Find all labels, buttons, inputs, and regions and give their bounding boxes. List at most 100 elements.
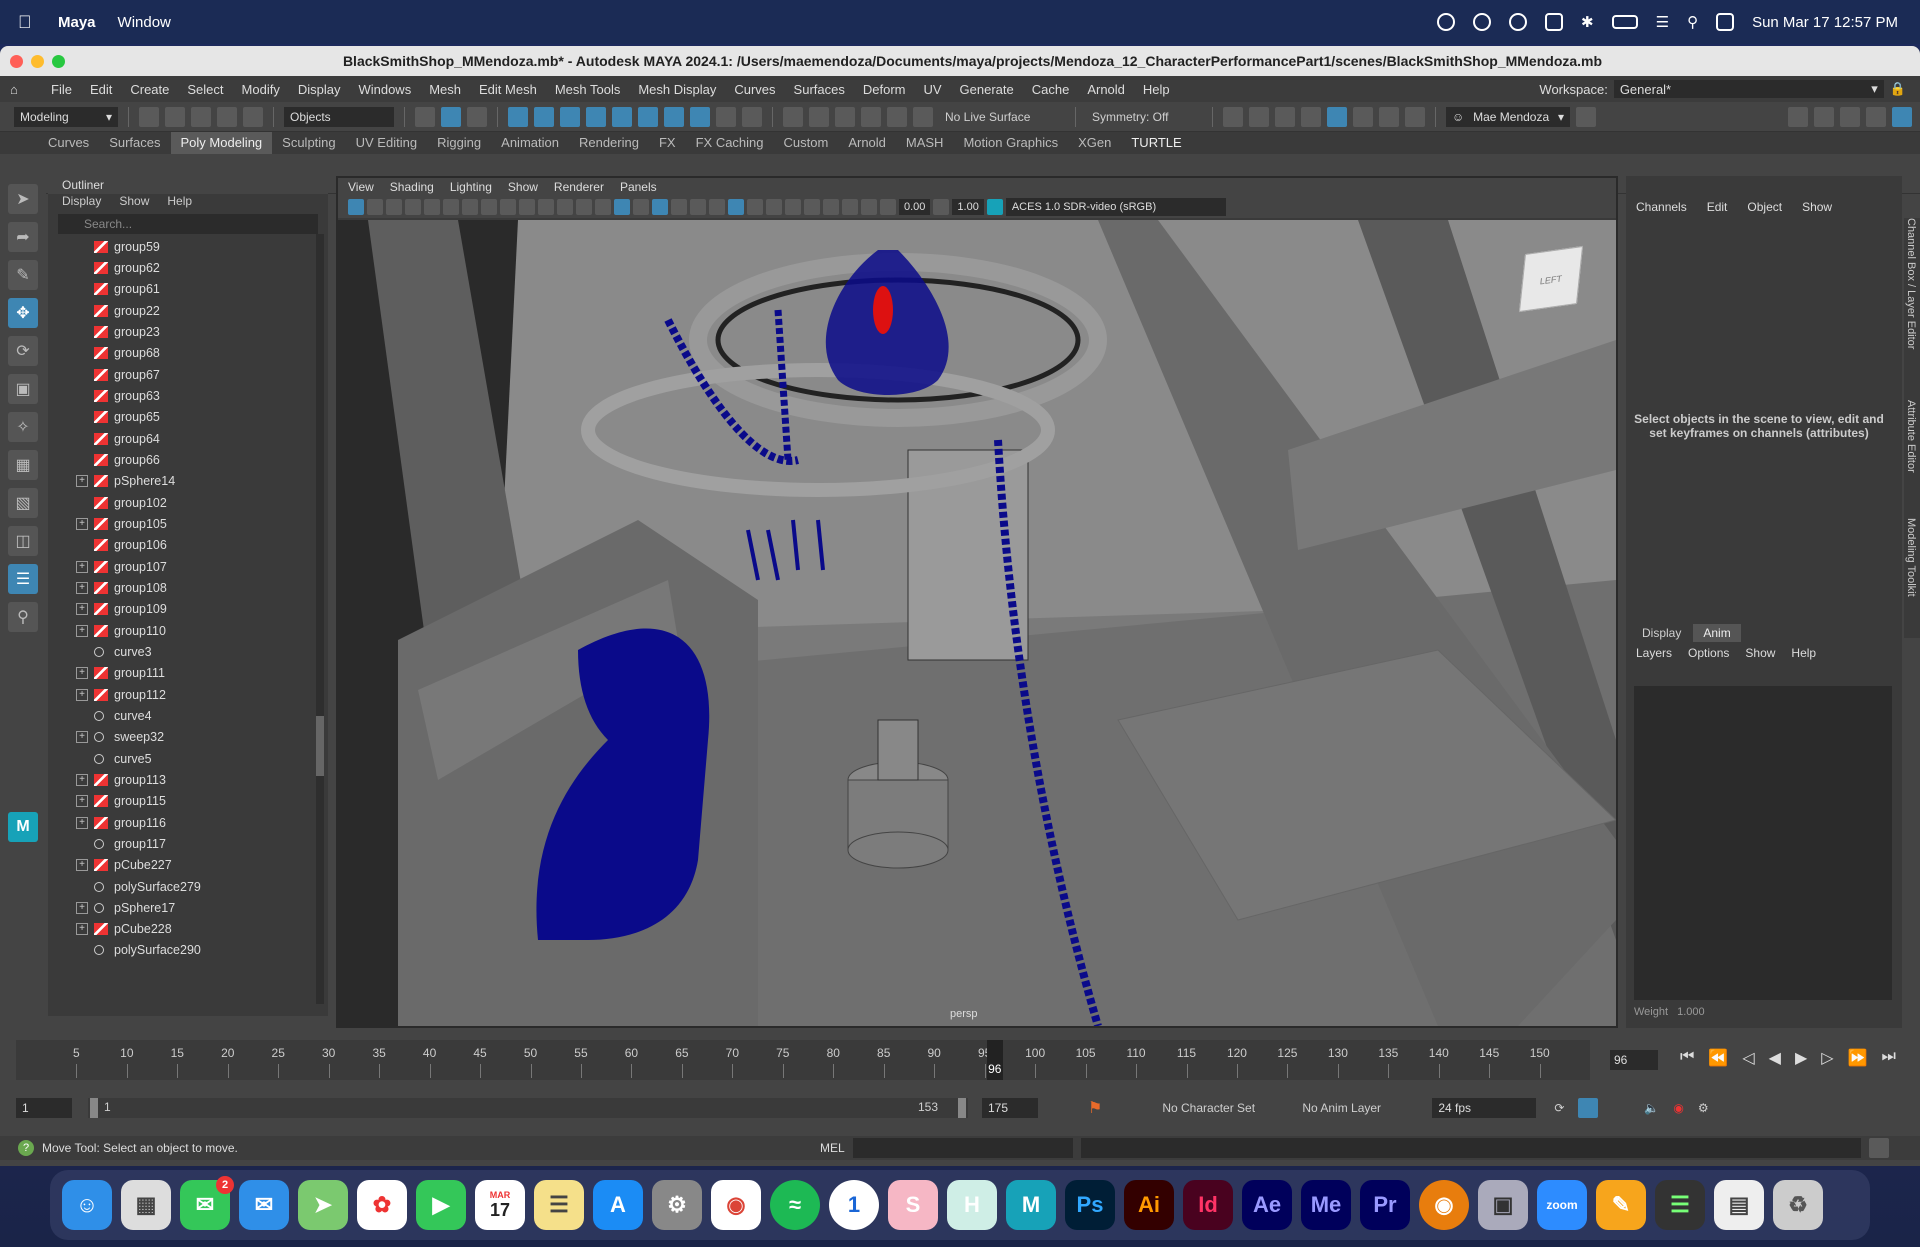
viewport-menu-view[interactable]: View	[348, 178, 374, 196]
selection-mode-dropdown[interactable]: Objects	[284, 106, 394, 127]
exposure-field[interactable]: 0.00	[899, 199, 931, 215]
play-backwards-icon[interactable]: ◀	[1769, 1048, 1781, 1068]
sync-icon[interactable]	[1473, 13, 1492, 31]
messages-icon[interactable]: ✉ 2	[180, 1176, 234, 1230]
view-cube[interactable]: LEFT	[1518, 245, 1584, 313]
menu-select[interactable]: Select	[178, 82, 232, 97]
premiere-icon[interactable]: Pr	[1360, 1180, 1410, 1230]
maps-icon[interactable]: ➤	[298, 1180, 348, 1230]
script-editor-icon[interactable]	[1868, 1138, 1889, 1158]
layer-tab-display[interactable]: Display	[1632, 624, 1691, 642]
arnold-ipr-icon[interactable]	[1379, 106, 1399, 127]
current-frame-field[interactable]: 96	[1610, 1050, 1658, 1070]
ipr-render-icon[interactable]	[1275, 106, 1295, 127]
outliner-search-input[interactable]: Search...	[58, 214, 318, 234]
select-camera-icon[interactable]	[348, 199, 364, 215]
outliner-item[interactable]: group61	[48, 279, 313, 300]
two-pane-layout-icon[interactable]: ◫	[8, 526, 38, 556]
control-center-icon[interactable]	[1716, 13, 1735, 31]
apple-icon[interactable]: 	[18, 12, 46, 33]
textured-icon[interactable]	[671, 199, 687, 215]
animation-start-field[interactable]: 1	[16, 1098, 72, 1118]
spotify-icon[interactable]: ≈	[770, 1180, 820, 1230]
soft-select-icon[interactable]	[861, 106, 881, 127]
menu-window[interactable]: Window	[118, 14, 171, 31]
outliner-item[interactable]: group62	[48, 257, 313, 278]
shelf-tab-sculpting[interactable]: Sculpting	[272, 132, 345, 154]
layer-menu-help[interactable]: Help	[1791, 646, 1816, 660]
color-management-icon[interactable]	[986, 199, 1003, 215]
motion-blur-icon[interactable]	[823, 199, 839, 215]
menu-set-dropdown[interactable]: Modeling ▾	[14, 106, 118, 127]
live-surface-label[interactable]: No Live Surface	[945, 110, 1065, 124]
outliner-item[interactable]: polySurface290	[48, 940, 313, 961]
shelf-tab-rendering[interactable]: Rendering	[569, 132, 649, 154]
go-to-end-icon[interactable]: ⏭	[1882, 1048, 1896, 1068]
use-all-lights-icon[interactable]	[690, 199, 706, 215]
bookmark-icon[interactable]	[386, 199, 402, 215]
menu-generate[interactable]: Generate	[951, 82, 1023, 97]
onepassword-dock-icon[interactable]: 1	[829, 1180, 879, 1230]
toggle-outliner-icon[interactable]	[1866, 106, 1886, 127]
user-account-dropdown[interactable]: ☺ Mae Mendoza ▾	[1446, 106, 1570, 127]
go-to-start-icon[interactable]: ⏮	[1680, 1048, 1694, 1068]
render-settings-icon[interactable]	[1301, 106, 1321, 127]
rotate-tool-icon[interactable]: ⟳	[8, 336, 38, 366]
calendar-icon[interactable]: MAR 17	[475, 1180, 525, 1230]
outliner-item[interactable]: group59	[48, 236, 313, 257]
shelf-tab-fx-caching[interactable]: FX Caching	[686, 132, 774, 154]
onepassword-icon[interactable]	[1509, 13, 1528, 31]
outliner-item[interactable]: group117	[48, 833, 313, 854]
image-plane-icon[interactable]	[405, 199, 421, 215]
wifi-icon[interactable]: ☰	[1656, 13, 1669, 31]
output-history-icon[interactable]	[835, 106, 855, 127]
time-ruler[interactable]: 5 10 15 20 25 30 35 40 45 50 55 60 65 70 75 80 85 90 95 100…	[16, 1040, 1590, 1080]
gamma-field[interactable]: 1.00	[952, 199, 984, 215]
outliner-item[interactable]: + pSphere17	[48, 897, 313, 918]
channel-menu-channels[interactable]: Channels	[1636, 200, 1687, 214]
outliner-menu-show[interactable]: Show	[119, 194, 149, 212]
auto-key-icon[interactable]: ⚑	[1088, 1098, 1102, 1118]
menu-deform[interactable]: Deform	[854, 82, 915, 97]
outliner-item[interactable]: curve5	[48, 748, 313, 769]
side-tab-channel-box[interactable]: Channel Box / Layer Editor	[1905, 218, 1917, 349]
pause-icon[interactable]	[1405, 106, 1425, 127]
step-forward-key-icon[interactable]: ▷	[1821, 1048, 1833, 1068]
expand-icon[interactable]: +	[76, 859, 88, 872]
shelf-tab-turtle[interactable]: TURTLE	[1121, 132, 1191, 154]
outliner-item[interactable]: + group116	[48, 812, 313, 833]
snap-center-icon[interactable]	[664, 106, 684, 127]
lasso-tool-icon[interactable]: ➦	[8, 222, 38, 252]
side-tab-modeling-toolkit[interactable]: Modeling Toolkit	[1905, 518, 1917, 597]
loop-icon[interactable]: ⟳	[1554, 1101, 1564, 1115]
blender-icon[interactable]: ◉	[1419, 1180, 1469, 1230]
range-slider-track[interactable]: 1 153	[88, 1098, 968, 1118]
grid-icon[interactable]	[462, 199, 478, 215]
chrome-icon[interactable]: ◉	[711, 1180, 761, 1230]
select-object-icon[interactable]	[441, 106, 461, 127]
menu-surfaces[interactable]: Surfaces	[785, 82, 854, 97]
expand-icon[interactable]: +	[76, 795, 88, 808]
minimize-window-button[interactable]	[31, 54, 44, 68]
toggle-modeling-toolkit-icon[interactable]	[1788, 106, 1808, 127]
shelf-tab-motion-graphics[interactable]: Motion Graphics	[953, 132, 1068, 154]
layer-list[interactable]	[1634, 686, 1892, 1000]
step-forward-icon[interactable]: ⏩	[1848, 1048, 1868, 1068]
outliner-item[interactable]: group65	[48, 407, 313, 428]
resolution-gate-icon[interactable]	[500, 199, 516, 215]
snap-point-icon[interactable]	[560, 106, 580, 127]
viewport-menu-renderer[interactable]: Renderer	[554, 178, 604, 196]
outliner-item[interactable]: + group111	[48, 663, 313, 684]
channel-menu-edit[interactable]: Edit	[1707, 200, 1728, 214]
menu-curves[interactable]: Curves	[725, 82, 784, 97]
expand-icon[interactable]: +	[76, 667, 88, 680]
layer-menu-layers[interactable]: Layers	[1636, 646, 1672, 660]
reflection-icon[interactable]	[887, 106, 907, 127]
indesign-icon[interactable]: Id	[1183, 1180, 1233, 1230]
viewport-scene[interactable]: LEFT persp	[338, 220, 1616, 1026]
zoom-window-button[interactable]	[52, 54, 65, 68]
menu-mesh-tools[interactable]: Mesh Tools	[546, 82, 630, 97]
anim-layer-dropdown[interactable]: No Anim Layer	[1302, 1101, 1412, 1115]
side-tab-attribute-editor[interactable]: Attribute Editor	[1905, 400, 1917, 473]
photoshop-icon[interactable]: Ps	[1065, 1180, 1115, 1230]
